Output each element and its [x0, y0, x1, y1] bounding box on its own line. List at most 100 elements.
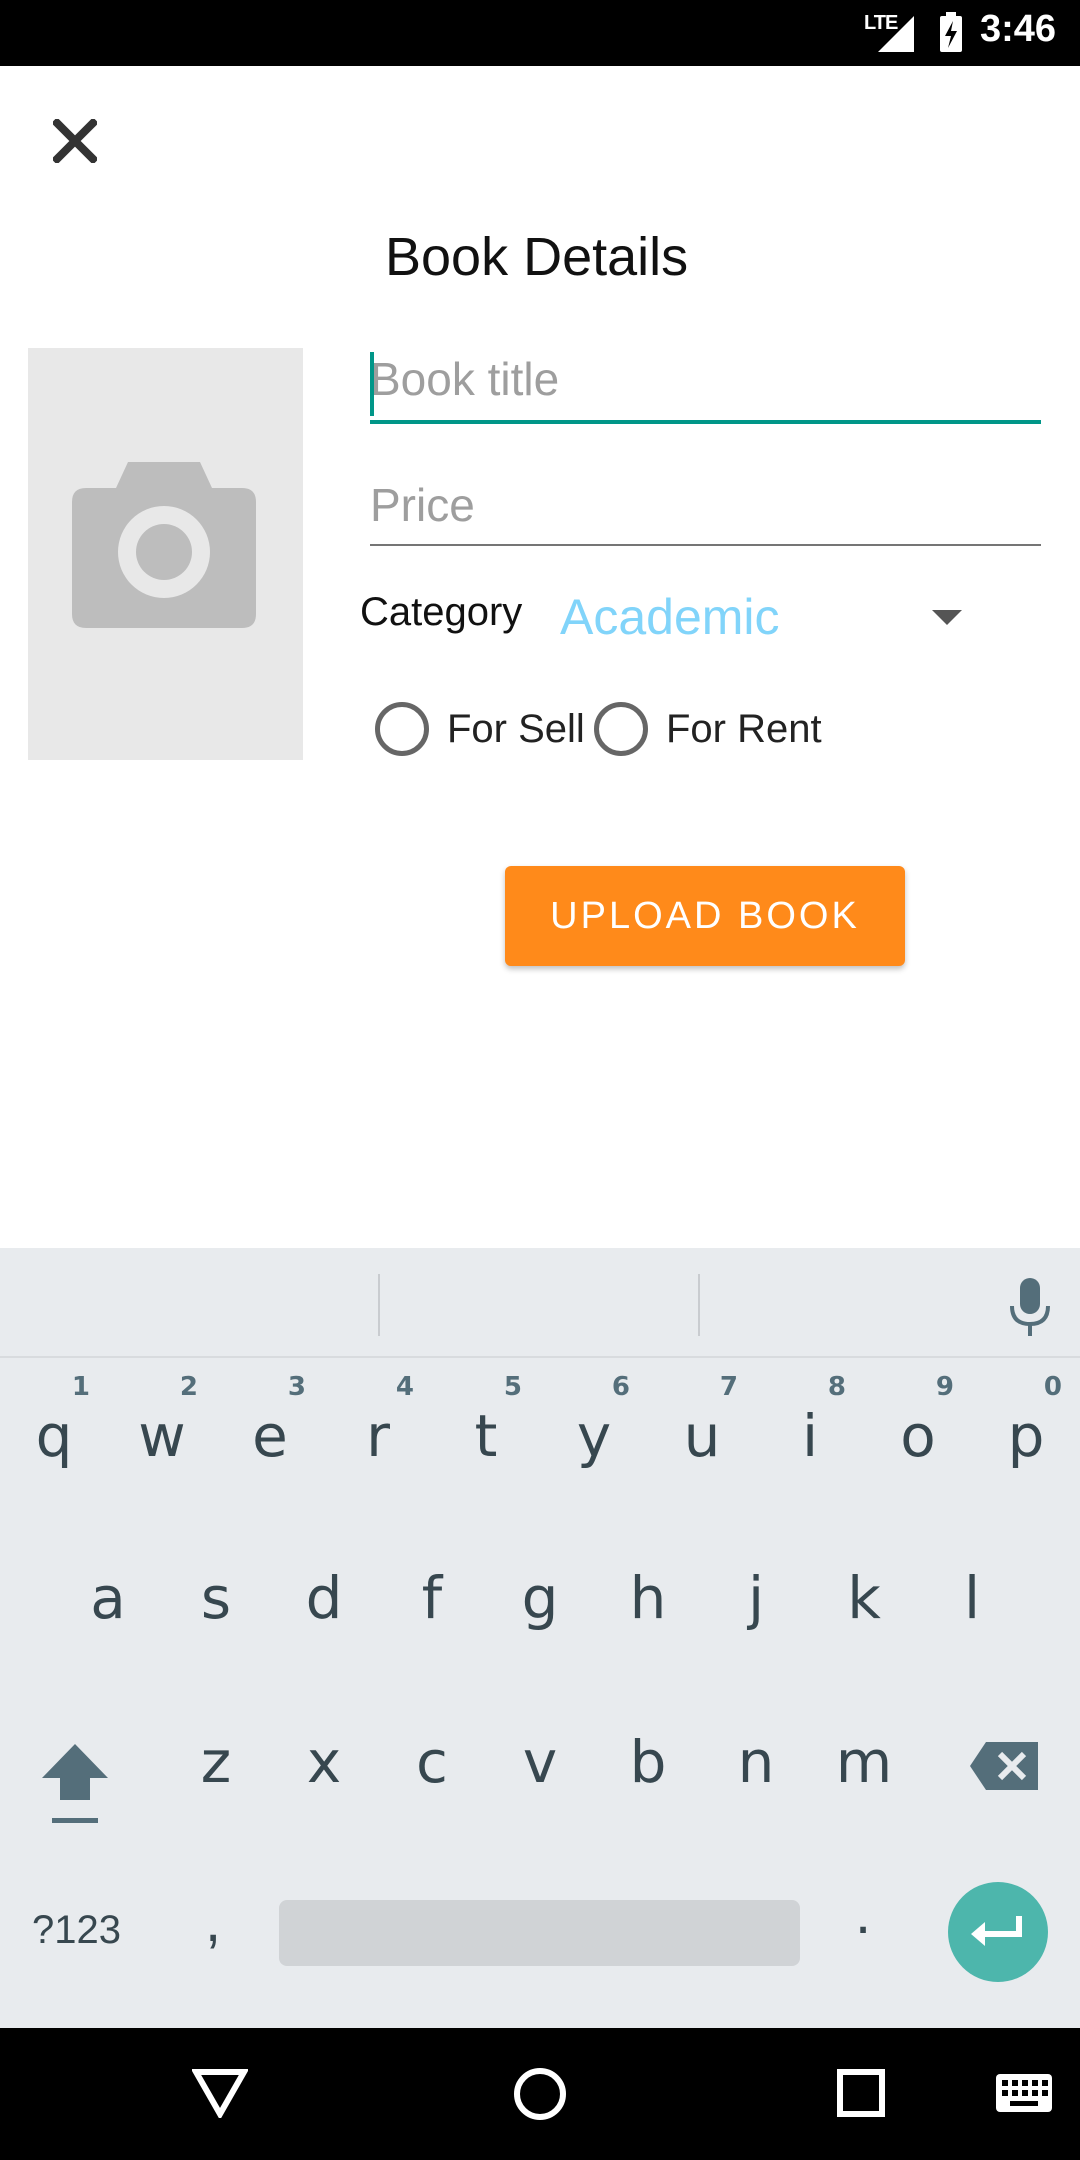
- key-j[interactable]: j: [702, 1564, 810, 1632]
- key-q[interactable]: q1: [0, 1372, 108, 1470]
- key-h[interactable]: h: [594, 1564, 702, 1632]
- key-number-hint: 3: [287, 1372, 306, 1402]
- suggestion-divider: [378, 1274, 380, 1336]
- key-char: d: [305, 1564, 343, 1632]
- key-a[interactable]: a: [54, 1564, 162, 1632]
- shift-key-icon[interactable]: [40, 1738, 110, 1828]
- key-k[interactable]: k: [810, 1564, 918, 1632]
- signal-icon: [878, 16, 914, 52]
- close-button[interactable]: [44, 110, 106, 172]
- microphone-icon[interactable]: [1008, 1278, 1052, 1338]
- price-input[interactable]: Price: [370, 478, 1041, 546]
- key-char: c: [416, 1728, 448, 1796]
- key-c[interactable]: c: [378, 1728, 486, 1796]
- key-o[interactable]: o9: [864, 1372, 972, 1470]
- key-i[interactable]: i8: [756, 1372, 864, 1470]
- category-dropdown[interactable]: Academic: [560, 588, 980, 658]
- keyboard-switch-icon[interactable]: [996, 2074, 1052, 2112]
- key-char: g: [521, 1564, 559, 1632]
- key-char: f: [421, 1564, 443, 1632]
- navigation-bar: [0, 2028, 1080, 2160]
- key-char: e: [252, 1402, 288, 1470]
- key-char: b: [629, 1728, 667, 1796]
- key-w[interactable]: w2: [108, 1372, 216, 1470]
- key-number-hint: 5: [503, 1372, 522, 1402]
- key-number-hint: 6: [611, 1372, 630, 1402]
- key-x[interactable]: x: [270, 1728, 378, 1796]
- key-char: z: [200, 1728, 232, 1796]
- key-e[interactable]: e3: [216, 1372, 324, 1470]
- key-char: v: [522, 1728, 558, 1796]
- radio-for-rent[interactable]: For Rent: [594, 702, 822, 756]
- key-char: q: [35, 1402, 73, 1470]
- category-selected-value: Academic: [560, 589, 780, 645]
- key-char: j: [747, 1564, 765, 1632]
- key-d[interactable]: d: [270, 1564, 378, 1632]
- key-char: u: [683, 1402, 721, 1470]
- key-u[interactable]: u7: [648, 1372, 756, 1470]
- book-photo-picker[interactable]: [28, 348, 303, 760]
- dropdown-arrow-icon: [932, 610, 962, 625]
- key-l[interactable]: l: [918, 1564, 1026, 1632]
- category-label: Category: [360, 590, 523, 634]
- radio-circle: [375, 702, 429, 756]
- key-char: l: [963, 1564, 981, 1632]
- soft-keyboard: q1w2e3r4t5y6u7i8o9p0 asdfghjkl zxcvbnm ?…: [0, 1248, 1080, 2028]
- key-char: i: [801, 1402, 819, 1470]
- battery-charging-icon: [940, 12, 962, 52]
- key-number-hint: 7: [719, 1372, 738, 1402]
- radio-circle: [594, 702, 648, 756]
- key-char: x: [306, 1728, 342, 1796]
- key-g[interactable]: g: [486, 1564, 594, 1632]
- key-char: h: [629, 1564, 667, 1632]
- backspace-icon[interactable]: [970, 1742, 1038, 1790]
- key-number-hint: 8: [827, 1372, 846, 1402]
- book-title-input[interactable]: Book title: [370, 352, 1041, 424]
- period-key[interactable]: .: [855, 1880, 871, 1947]
- key-char: o: [900, 1402, 936, 1470]
- comma-key[interactable]: ,: [205, 1888, 221, 1955]
- status-bar: LTE 3:46: [0, 0, 1080, 66]
- key-f[interactable]: f: [378, 1564, 486, 1632]
- key-p[interactable]: p0: [972, 1372, 1080, 1470]
- back-icon[interactable]: [192, 2068, 248, 2118]
- key-number-hint: 0: [1043, 1372, 1062, 1402]
- key-char: y: [576, 1402, 612, 1470]
- camera-icon: [72, 462, 256, 628]
- radio-for-sell[interactable]: For Sell: [375, 702, 585, 756]
- enter-icon: [971, 1916, 1022, 1946]
- radio-label-for-rent: For Rent: [666, 706, 822, 751]
- key-s[interactable]: s: [162, 1564, 270, 1632]
- key-char: n: [737, 1728, 775, 1796]
- key-char: p: [1007, 1402, 1045, 1470]
- key-number-hint: 9: [935, 1372, 954, 1402]
- key-number-hint: 4: [395, 1372, 414, 1402]
- home-icon[interactable]: [512, 2066, 568, 2122]
- key-v[interactable]: v: [486, 1728, 594, 1796]
- symbols-key[interactable]: ?123: [32, 1908, 121, 1953]
- key-z[interactable]: z: [162, 1728, 270, 1796]
- key-char: r: [366, 1402, 390, 1470]
- page-title: Book Details: [385, 227, 689, 287]
- key-char: m: [835, 1728, 893, 1796]
- key-char: s: [200, 1564, 232, 1632]
- key-number-hint: 1: [71, 1372, 90, 1402]
- radio-label-for-sell: For Sell: [447, 706, 585, 751]
- suggestion-strip: [0, 1248, 1080, 1358]
- key-char: k: [847, 1564, 881, 1632]
- key-char: a: [90, 1564, 126, 1632]
- recents-icon[interactable]: [836, 2068, 886, 2118]
- clock: 3:46: [980, 8, 1057, 50]
- enter-key[interactable]: [948, 1882, 1048, 1982]
- key-t[interactable]: t5: [432, 1372, 540, 1470]
- key-n[interactable]: n: [702, 1728, 810, 1796]
- upload-book-button[interactable]: UPLOAD BOOK: [505, 866, 905, 966]
- key-y[interactable]: y6: [540, 1372, 648, 1470]
- key-m[interactable]: m: [810, 1728, 918, 1796]
- key-b[interactable]: b: [594, 1728, 702, 1796]
- key-number-hint: 2: [179, 1372, 198, 1402]
- space-key[interactable]: [279, 1900, 800, 1966]
- key-r[interactable]: r4: [324, 1372, 432, 1470]
- book-title-placeholder: Book title: [370, 353, 560, 405]
- key-char: t: [474, 1402, 498, 1470]
